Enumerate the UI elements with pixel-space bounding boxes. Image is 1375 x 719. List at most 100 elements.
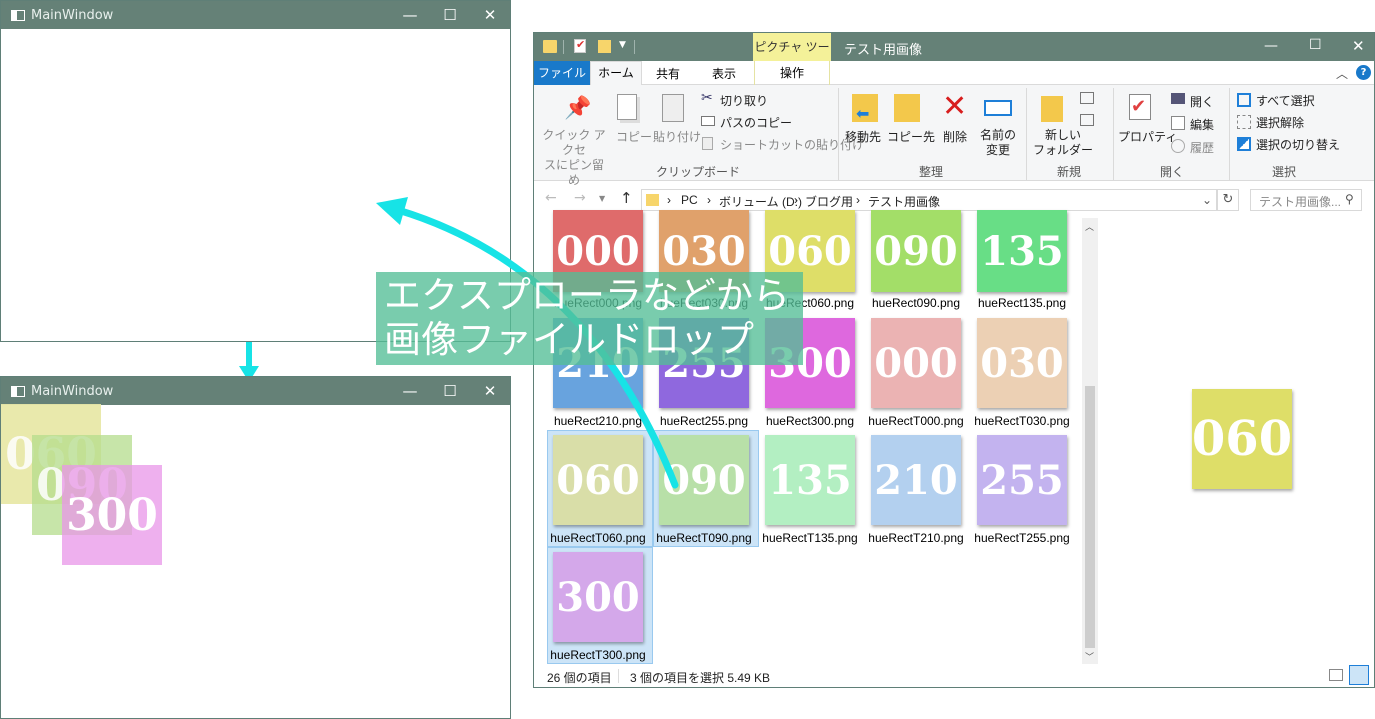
group-new-label: 新規 [1057, 165, 1082, 179]
tab-manage[interactable]: 操作 [754, 61, 830, 85]
rename-button[interactable]: 名前の 変更 [980, 128, 1016, 158]
breadcrumb-volume[interactable]: ボリューム (D:) [719, 193, 802, 210]
file-thumbnail-label: 210 [874, 456, 958, 504]
move-to-button[interactable]: 移動先 [845, 128, 881, 145]
scrollbar-thumb[interactable] [1085, 386, 1095, 648]
breadcrumb-blog[interactable]: ブログ用 [805, 193, 853, 210]
chevron-down-icon[interactable]: ▼ [619, 40, 626, 50]
file-name[interactable]: hueRectT210.png [863, 531, 969, 545]
dropped-image-3[interactable]: 300 [62, 465, 162, 565]
file-thumbnail[interactable]: 030 [977, 318, 1067, 408]
file-name[interactable]: hueRectT030.png [969, 414, 1075, 428]
select-all-button[interactable]: すべて選択 [1256, 92, 1315, 109]
large-icons-view-icon[interactable] [1349, 665, 1369, 685]
delete-button[interactable]: 削除 [943, 128, 967, 145]
file-thumbnail-label: 090 [874, 227, 958, 275]
scroll-up-icon[interactable]: ︿ [1085, 220, 1094, 233]
search-box[interactable]: テスト用画像... ⚲ [1250, 189, 1362, 211]
minimize-button[interactable]: — [390, 6, 430, 24]
separator [1229, 88, 1230, 180]
separator [563, 40, 564, 54]
file-thumbnail[interactable]: 210 [871, 435, 961, 525]
tab-home[interactable]: ホーム [590, 61, 642, 86]
file-name[interactable]: hueRectT300.png [545, 648, 651, 662]
file-thumbnail[interactable]: 300 [553, 552, 643, 642]
easy-access-icon[interactable] [1080, 114, 1094, 126]
scroll-down-icon[interactable]: ﹀ [1085, 650, 1094, 663]
separator [1026, 88, 1027, 180]
open-button[interactable]: 開く [1190, 93, 1214, 110]
file-thumbnail[interactable]: 090 [871, 210, 961, 292]
file-thumbnail[interactable]: 255 [977, 435, 1067, 525]
explorer-title-bar[interactable]: ✔ ▼ ピクチャ ツール テスト用画像 — ☐ ✕ [534, 33, 1374, 82]
refresh-button[interactable]: ↻ [1217, 189, 1239, 211]
title-bar[interactable]: MainWindow — ☐ ✕ [1, 1, 510, 29]
paste-button[interactable]: 貼り付け [653, 128, 701, 145]
delete-icon: ✕ [942, 89, 968, 124]
window-title: MainWindow [31, 7, 114, 23]
tab-view[interactable]: 表示 [712, 65, 736, 82]
file-name[interactable]: hueRect135.png [969, 296, 1075, 310]
minimize-button[interactable]: — [1264, 38, 1278, 54]
cut-button[interactable]: 切り取り [720, 92, 768, 109]
file-name[interactable]: hueRectT060.png [545, 531, 651, 545]
arrow-left-icon: ⬅ [856, 104, 870, 123]
edit-button[interactable]: 編集 [1190, 116, 1214, 133]
invert-selection-button[interactable]: 選択の切り替え [1256, 136, 1340, 153]
new-item-icon[interactable] [1080, 92, 1094, 104]
breadcrumb-current[interactable]: テスト用画像 [868, 193, 940, 210]
folder-icon[interactable] [543, 40, 557, 53]
help-icon[interactable]: ? [1356, 65, 1371, 80]
paste-icon [662, 94, 684, 122]
vertical-scrollbar[interactable]: ︿ ﹀ [1082, 218, 1098, 664]
close-button[interactable]: ✕ [470, 6, 510, 24]
search-input[interactable]: テスト用画像... [1259, 193, 1341, 210]
file-name[interactable]: hueRectT135.png [757, 531, 863, 545]
file-thumbnail[interactable]: 000 [871, 318, 961, 408]
chevron-up-icon[interactable]: ︿ [1336, 65, 1348, 82]
file-name[interactable]: hueRect300.png [757, 414, 863, 428]
pin-icon: 📌 [564, 96, 592, 121]
new-folder-icon [1041, 96, 1063, 122]
pin-label-line2: スにピン留め [543, 158, 604, 187]
copy-to-button[interactable]: コピー先 [887, 128, 935, 145]
maximize-button[interactable]: ☐ [430, 6, 470, 24]
file-name[interactable]: hueRectT000.png [863, 414, 969, 428]
pin-to-quick-access-button[interactable]: クイック アクセ スにピン留め [541, 128, 607, 188]
file-thumbnail-label: 135 [980, 227, 1064, 275]
copy-button[interactable]: コピー [616, 128, 652, 145]
new-folder-line2: フォルダー [1033, 143, 1094, 157]
new-folder-button[interactable]: 新しい フォルダー [1033, 128, 1093, 158]
file-thumbnail-label: 300 [556, 573, 640, 621]
annotation-line1: エクスプローラなどから [384, 274, 790, 317]
tab-share[interactable]: 共有 [656, 65, 680, 82]
open-icon [1171, 93, 1185, 104]
selection-status: 3 個の項目を選択 5.49 KB [630, 671, 771, 685]
chevron-down-icon[interactable]: ⌄ [1202, 193, 1212, 207]
copy-icon [617, 94, 637, 120]
group-select-label: 選択 [1272, 165, 1297, 179]
file-name[interactable]: hueRect090.png [863, 296, 969, 310]
preview-label: 060 [1191, 411, 1293, 467]
maximize-button[interactable]: ☐ [1309, 37, 1322, 53]
rename-icon [984, 100, 1012, 116]
file-name[interactable]: hueRectT255.png [969, 531, 1075, 545]
close-button[interactable]: ✕ [1352, 37, 1365, 55]
file-thumbnail-label: 135 [768, 456, 852, 504]
history-button[interactable]: 履歴 [1190, 139, 1214, 156]
breadcrumb-sep: › [856, 193, 860, 207]
details-view-icon[interactable] [1329, 669, 1343, 681]
copy-path-button[interactable]: パスのコピー [720, 114, 792, 131]
checkmark-icon: ✔ [576, 38, 586, 51]
dropped-label: 300 [66, 489, 158, 541]
paste-shortcut-button[interactable]: ショートカットの貼り付け [720, 136, 864, 153]
properties-button[interactable]: プロパティ [1118, 128, 1177, 145]
address-bar[interactable]: › PC › ボリューム (D:) › ブログ用 › テスト用画像 ⌄ [641, 189, 1217, 211]
file-thumbnail[interactable]: 135 [765, 435, 855, 525]
file-name[interactable]: hueRectT090.png [651, 531, 757, 545]
new-folder-icon[interactable] [598, 40, 611, 53]
tab-file[interactable]: ファイル [534, 61, 590, 85]
explorer-title: テスト用画像 [844, 43, 923, 58]
select-none-button[interactable]: 選択解除 [1256, 114, 1304, 131]
file-thumbnail[interactable]: 135 [977, 210, 1067, 292]
